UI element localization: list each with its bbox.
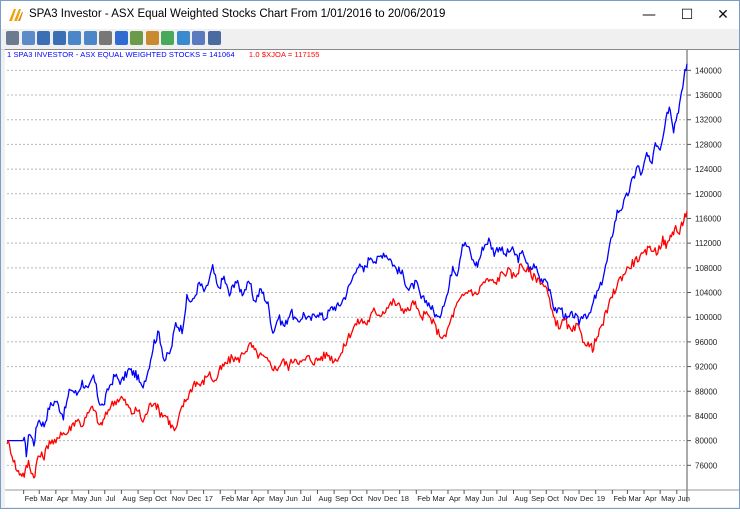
- series-line-1: [7, 63, 688, 458]
- x-tick-label: Sep: [531, 494, 544, 503]
- chart-area[interactable]: 1 SPA3 INVESTOR - ASX EQUAL WEIGHTED STO…: [5, 49, 739, 507]
- y-tick-label: 136000: [695, 91, 722, 100]
- series-line-2: [6, 211, 688, 479]
- x-tick-label: Jun: [678, 494, 690, 503]
- x-tick-label: Mar: [40, 494, 53, 503]
- x-tick-label: Dec: [580, 494, 594, 503]
- maximize-button[interactable]: ☐: [669, 1, 705, 29]
- chart-legend: 1 SPA3 INVESTOR - ASX EQUAL WEIGHTED STO…: [7, 50, 320, 59]
- x-tick-label: Apr: [645, 494, 657, 503]
- x-tick-label: May: [73, 494, 87, 503]
- print-preview-icon[interactable]: [21, 31, 35, 45]
- crosshair-icon[interactable]: [99, 31, 112, 45]
- x-tick-label: Oct: [155, 494, 168, 503]
- x-tick-label: Nov: [172, 494, 186, 503]
- y-tick-label: 100000: [695, 313, 722, 322]
- x-tick-label: Apr: [253, 494, 265, 503]
- app-window: SPA3 Investor - ASX Equal Weighted Stock…: [0, 0, 740, 509]
- y-tick-label: 104000: [695, 289, 722, 298]
- y-tick-label: 108000: [695, 264, 722, 273]
- x-tick-label: Mar: [628, 494, 641, 503]
- toolbar: [1, 29, 739, 50]
- x-tick-label: Sep: [139, 494, 152, 503]
- x-tick-label: Aug: [122, 494, 135, 503]
- line-chart: 76000 80000 84000 88000 92000 96000 100000 1040…: [5, 50, 739, 503]
- x-tick-label: Oct: [547, 494, 560, 503]
- zoom-out-icon[interactable]: [52, 31, 66, 45]
- x-tick-label: May: [465, 494, 479, 503]
- x-tick-label: Jul: [498, 494, 508, 503]
- y-tick-label: 76000: [695, 461, 718, 470]
- y-tick-label: 88000: [695, 387, 718, 396]
- x-tick-label: Dec: [384, 494, 398, 503]
- y-tick-label: 84000: [695, 412, 718, 421]
- y-tick-label: 92000: [695, 363, 718, 372]
- y-tick-label: 112000: [695, 239, 722, 248]
- copy-icon[interactable]: [130, 31, 143, 45]
- app-logo-icon: [9, 9, 23, 21]
- x-tick-label: Aug: [515, 494, 528, 503]
- x-tick-label: Feb: [417, 494, 430, 503]
- x-tick-label: Sep: [335, 494, 348, 503]
- x-tick-label: Jul: [106, 494, 116, 503]
- x-tick-label: Jun: [482, 494, 494, 503]
- x-tick-label: Jun: [90, 494, 102, 503]
- y-tick-label: 140000: [695, 66, 722, 75]
- x-tick-label: Mar: [236, 494, 249, 503]
- y-tick-label: 80000: [695, 437, 718, 446]
- exit-icon[interactable]: [207, 31, 221, 45]
- zoom-reset-icon[interactable]: [83, 31, 97, 45]
- minimize-button[interactable]: —: [631, 1, 667, 29]
- y-tick-label: 128000: [695, 140, 722, 149]
- zoom-in-icon[interactable]: [37, 31, 50, 45]
- y-tick-label: 124000: [695, 165, 722, 174]
- x-tick-label: May: [269, 494, 283, 503]
- window-icon[interactable]: [192, 31, 205, 45]
- x-tick-label: May: [661, 494, 675, 503]
- x-tick-label: Jul: [302, 494, 312, 503]
- x-tick-label: Apr: [449, 494, 461, 503]
- x-tick-label: Dec: [188, 494, 202, 503]
- x-tick-label: 18: [401, 494, 409, 503]
- y-tick-label: 116000: [695, 214, 722, 223]
- settings-icon[interactable]: [145, 31, 159, 45]
- x-tick-label: Apr: [57, 494, 69, 503]
- y-tick-label: 120000: [695, 190, 722, 199]
- x-tick-label: 17: [205, 494, 213, 503]
- x-tick-label: Aug: [318, 494, 331, 503]
- export-icon[interactable]: [176, 31, 190, 45]
- y-tick-label: 132000: [695, 116, 722, 125]
- close-button[interactable]: ✕: [705, 1, 740, 29]
- x-tick-label: Oct: [351, 494, 364, 503]
- window-title: SPA3 Investor - ASX Equal Weighted Stock…: [29, 8, 446, 20]
- legend-series-2: 1.0 $XJOA = 117155: [248, 50, 320, 59]
- y-tick-label: 96000: [695, 338, 718, 347]
- chart-options-icon[interactable]: [161, 31, 174, 45]
- zoom-fit-icon[interactable]: [68, 31, 81, 45]
- x-tick-label: Nov: [368, 494, 382, 503]
- x-tick-label: Feb: [613, 494, 626, 503]
- x-tick-label: Feb: [25, 494, 38, 503]
- x-tick-label: Feb: [221, 494, 234, 503]
- title-bar[interactable]: SPA3 Investor - ASX Equal Weighted Stock…: [1, 1, 739, 29]
- print-icon[interactable]: [6, 31, 19, 45]
- x-tick-label: Mar: [432, 494, 445, 503]
- x-tick-label: 19: [597, 494, 605, 503]
- x-tick-label: Jun: [286, 494, 298, 503]
- x-tick-label: Nov: [564, 494, 578, 503]
- info-icon[interactable]: [114, 31, 128, 45]
- legend-series-1: 1 SPA3 INVESTOR - ASX EQUAL WEIGHTED STO…: [7, 50, 235, 59]
